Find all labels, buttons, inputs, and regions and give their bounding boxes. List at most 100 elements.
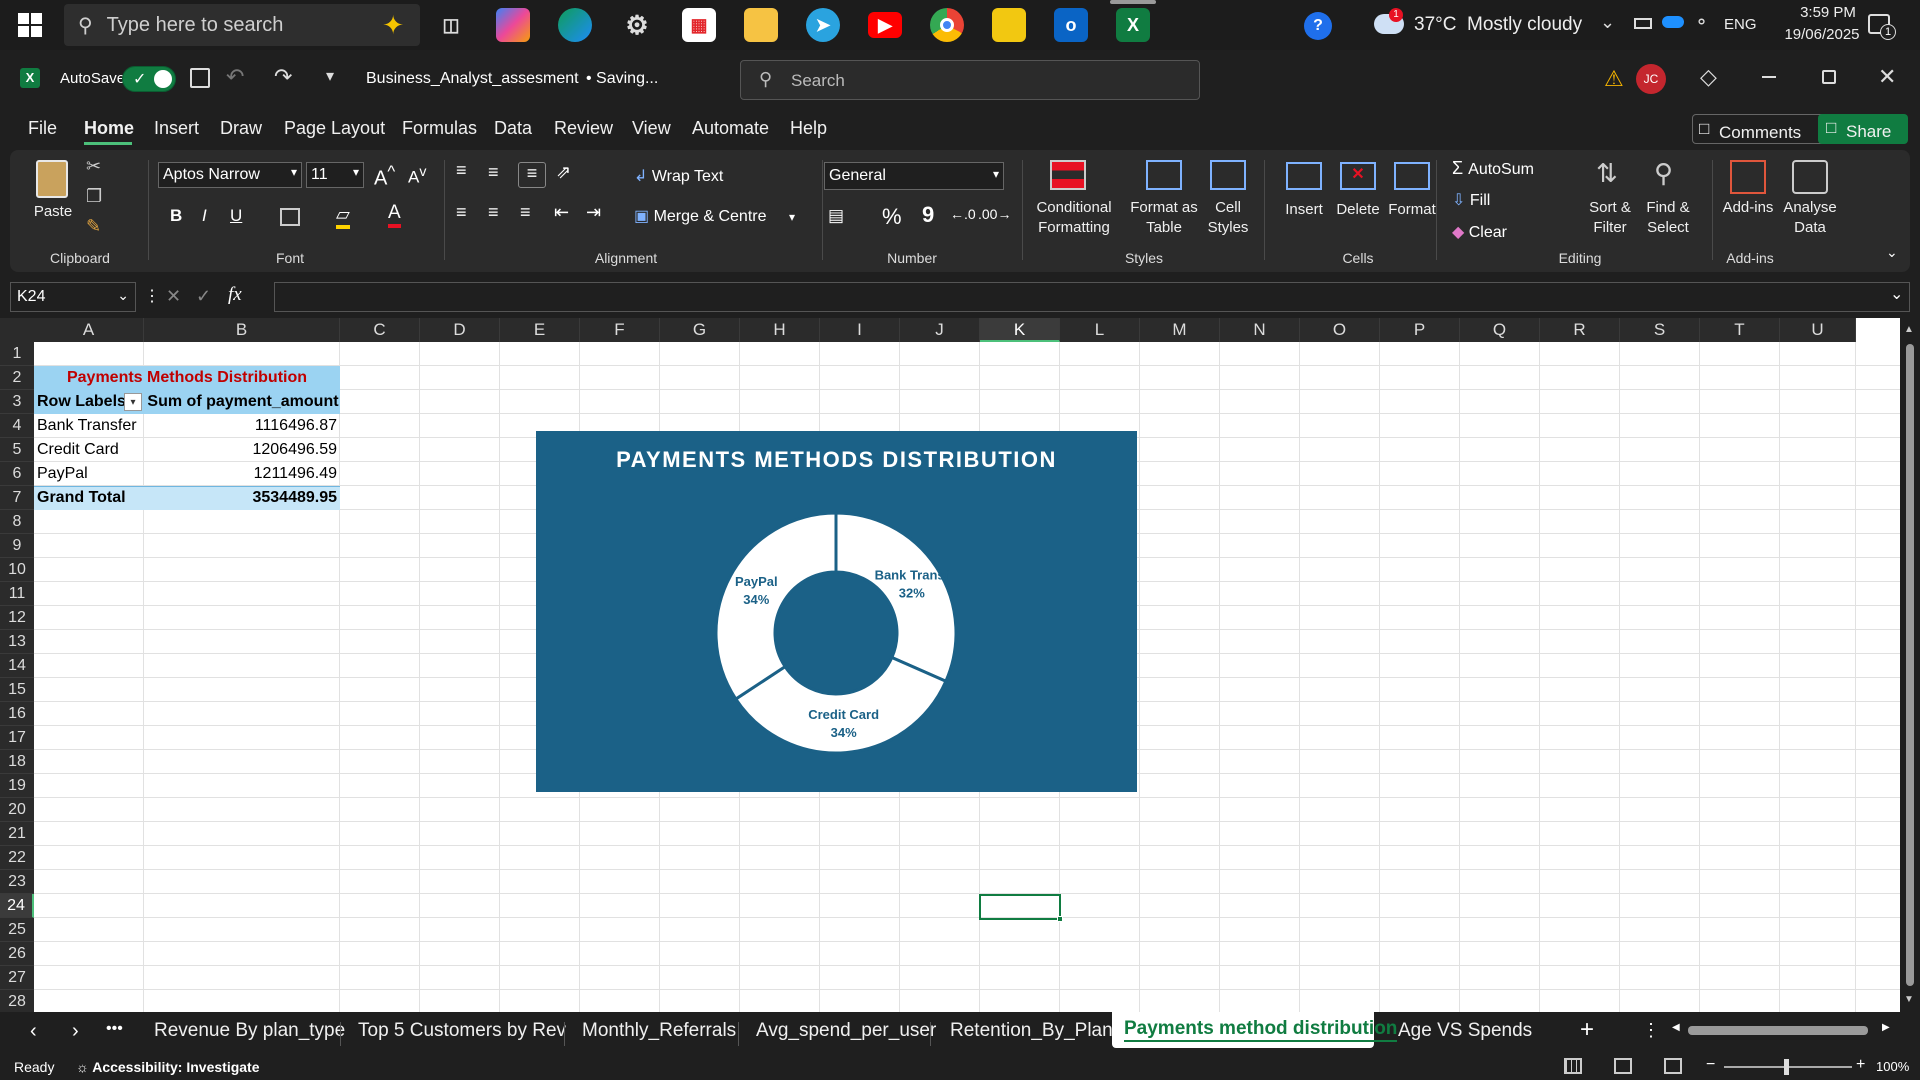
row-header-8[interactable]: 8 (0, 510, 34, 534)
column-header-f[interactable]: F (580, 318, 660, 342)
pivot-title[interactable]: Payments Methods Distribution (34, 366, 340, 390)
donut-slice-bank-transfer[interactable] (834, 511, 958, 684)
undo-icon[interactable]: ↶ (226, 64, 244, 90)
column-header-o[interactable]: O (1300, 318, 1380, 342)
data-label-name[interactable]: Bank Transf (875, 568, 950, 583)
row-header-20[interactable]: 20 (0, 798, 34, 822)
number-format-select[interactable]: General ▾ (824, 162, 1004, 190)
fill-handle[interactable] (1057, 916, 1063, 922)
row-header-13[interactable]: 13 (0, 630, 34, 654)
outlook-icon[interactable]: o (1054, 8, 1088, 42)
tab-view[interactable]: View (632, 118, 671, 139)
wrap-text-button[interactable]: ↲ Wrap Text (634, 166, 723, 186)
sheet-options-icon[interactable]: ⋮ (1642, 1020, 1660, 1041)
copy-icon[interactable]: ❐ (86, 186, 102, 207)
prev-sheet-icon[interactable]: ‹ (30, 1020, 37, 1043)
tab-automate[interactable]: Automate (692, 118, 769, 139)
fill-color-icon[interactable]: ▱ (336, 204, 350, 229)
telegram-icon[interactable]: ➤ (806, 8, 840, 42)
pivot-row-value[interactable]: 1206496.59 (146, 438, 337, 462)
sort-filter-button[interactable]: Sort & Filter (1582, 198, 1638, 238)
column-header-t[interactable]: T (1700, 318, 1780, 342)
pivot-row-label[interactable]: Credit Card (37, 438, 137, 462)
orientation-icon[interactable]: ⇗ (556, 162, 571, 183)
sheet-tab[interactable]: Retention_By_Plan (950, 1020, 1113, 1042)
chevron-up-icon[interactable]: ⌄ (1600, 12, 1615, 33)
pivot-header-row-labels[interactable]: Row Labels (37, 390, 137, 414)
paste-icon[interactable] (36, 160, 68, 198)
decrease-indent-icon[interactable]: ⇤ (554, 202, 569, 223)
edge-icon[interactable] (558, 8, 592, 42)
copilot-icon[interactable] (496, 8, 530, 42)
bold-button[interactable]: B (170, 206, 182, 226)
windows-start-icon[interactable] (18, 13, 42, 37)
font-color-icon[interactable]: A (388, 202, 401, 228)
active-sheet-tab[interactable]: Payments method distribution (1112, 1012, 1398, 1048)
data-label-pct[interactable]: 32% (899, 586, 925, 601)
column-header-u[interactable]: U (1780, 318, 1856, 342)
increase-indent-icon[interactable]: ⇥ (586, 202, 601, 223)
cell-styles-button[interactable]: Cell Styles (1196, 198, 1260, 238)
sheet-tab[interactable]: Top 5 Customers by Rev (358, 1020, 566, 1042)
row-header-11[interactable]: 11 (0, 582, 34, 606)
row-header-17[interactable]: 17 (0, 726, 34, 750)
taskbar-search-box[interactable]: ⚲ Type here to search ✦ (64, 4, 420, 46)
redo-icon[interactable]: ↷ (274, 64, 292, 90)
font-name-select[interactable]: Aptos Narrow ▾ (158, 162, 302, 188)
cell-styles-icon[interactable] (1210, 160, 1246, 190)
column-header-h[interactable]: H (740, 318, 820, 342)
delete-cells-button[interactable]: Delete (1330, 200, 1386, 220)
save-icon[interactable] (190, 68, 210, 88)
column-header-k[interactable]: K (980, 318, 1060, 342)
row-header-5[interactable]: 5 (0, 438, 34, 462)
next-sheet-icon[interactable]: › (72, 1020, 79, 1043)
warning-icon[interactable]: ⚠ (1604, 66, 1624, 92)
format-as-table-icon[interactable] (1146, 160, 1182, 190)
insert-function-button[interactable]: fx (228, 284, 242, 306)
tab-draw[interactable]: Draw (220, 118, 262, 139)
data-label-pct[interactable]: 34% (831, 725, 857, 740)
insert-cells-icon[interactable] (1286, 162, 1322, 190)
pivot-total-value[interactable]: 3534489.95 (146, 486, 337, 510)
sheet-tab[interactable]: Age VS Spends (1398, 1020, 1532, 1042)
format-cells-button[interactable]: Format (1384, 200, 1440, 220)
decrease-decimal-icon[interactable]: .00→ (978, 206, 1011, 222)
tab-formulas[interactable]: Formulas (402, 118, 477, 139)
align-center-icon[interactable]: ≡ (488, 202, 499, 223)
column-header-i[interactable]: I (820, 318, 900, 342)
format-painter-icon[interactable]: ✎ (86, 216, 101, 237)
row-header-24[interactable]: 24 (0, 894, 34, 918)
delete-cells-icon[interactable]: ✕ (1340, 162, 1376, 190)
normal-view-icon[interactable] (1564, 1058, 1582, 1074)
youtube-icon[interactable]: ▶ (868, 12, 902, 38)
tab-file[interactable]: File (28, 118, 57, 139)
column-header-d[interactable]: D (420, 318, 500, 342)
vertical-scroll-thumb[interactable] (1906, 344, 1914, 986)
power-bi-icon[interactable] (992, 8, 1026, 42)
analyse-data-button[interactable]: Analyse Data (1780, 198, 1840, 238)
sheet-tab[interactable]: Revenue By plan_type (154, 1020, 345, 1042)
donut-slice-paypal[interactable] (714, 511, 838, 702)
scroll-left-icon[interactable]: ◀ (1672, 1022, 1680, 1033)
row-header-15[interactable]: 15 (0, 678, 34, 702)
add-ins-icon[interactable] (1730, 160, 1766, 194)
row-header-4[interactable]: 4 (0, 414, 34, 438)
format-as-table-button[interactable]: Format as Table (1124, 198, 1204, 238)
align-left-icon[interactable]: ≡ (456, 202, 467, 223)
column-header-m[interactable]: M (1140, 318, 1220, 342)
battery-icon[interactable] (1634, 18, 1652, 29)
cancel-entry-icon[interactable]: ✕ (166, 286, 181, 307)
pivot-row-value[interactable]: 1211496.49 (146, 462, 337, 486)
row-header-9[interactable]: 9 (0, 534, 34, 558)
accessibility-button[interactable]: ☼ Accessibility: Investigate (76, 1059, 260, 1075)
column-header-s[interactable]: S (1620, 318, 1700, 342)
tab-home[interactable]: Home (84, 118, 134, 139)
data-label-pct[interactable]: 34% (743, 592, 769, 607)
row-header-12[interactable]: 12 (0, 606, 34, 630)
format-cells-icon[interactable] (1394, 162, 1430, 190)
page-layout-view-icon[interactable] (1614, 1058, 1632, 1074)
more-sheets-button[interactable]: ••• (106, 1020, 123, 1038)
find-select-button[interactable]: Find & Select (1640, 198, 1696, 238)
analyse-data-icon[interactable] (1792, 160, 1828, 194)
conditional-formatting-icon[interactable] (1050, 160, 1086, 190)
